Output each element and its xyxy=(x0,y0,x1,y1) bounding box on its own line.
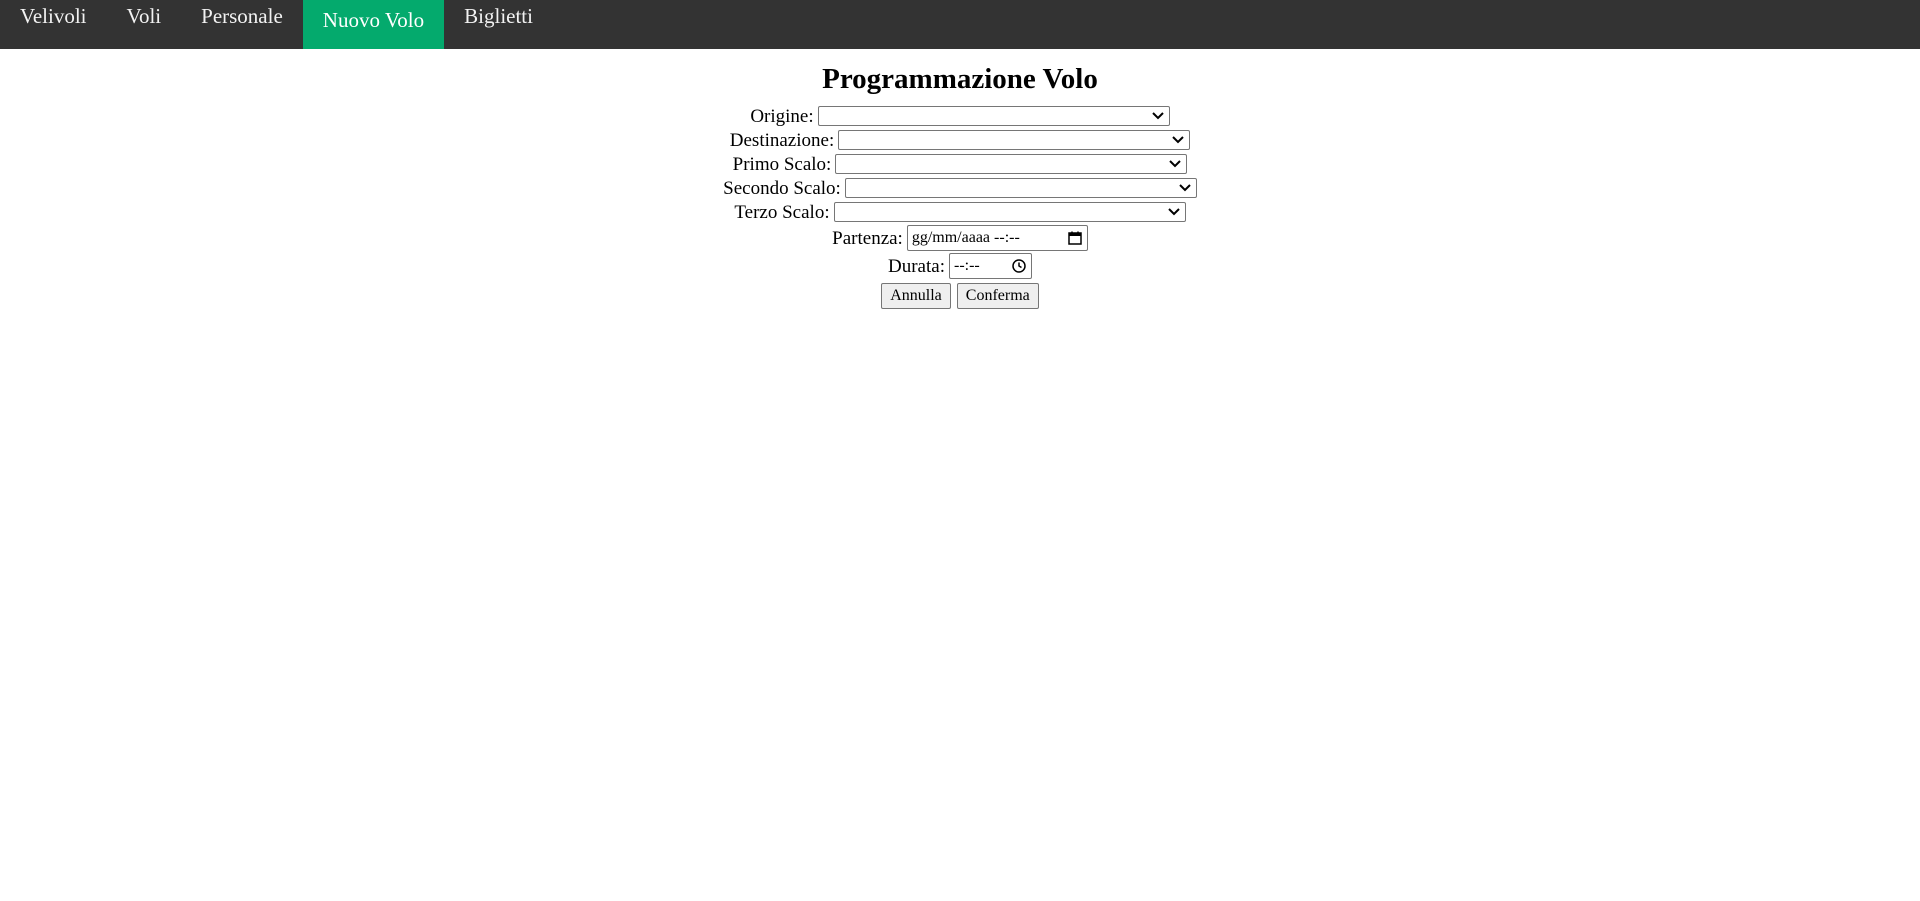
destinazione-select[interactable] xyxy=(838,130,1191,151)
confirm-button[interactable]: Conferma xyxy=(956,283,1039,309)
nav-item-voli[interactable]: Voli xyxy=(107,0,182,40)
clock-icon[interactable] xyxy=(1011,258,1027,274)
chevron-down-icon xyxy=(1169,160,1182,168)
field-row-terzo-scalo: Terzo Scalo: xyxy=(0,201,1920,225)
cancel-button[interactable]: Annulla xyxy=(881,283,951,309)
field-row-primo-scalo: Primo Scalo: xyxy=(0,153,1920,177)
durata-placeholder: --:-- xyxy=(953,257,980,275)
durata-time-input[interactable]: --:-- xyxy=(948,253,1032,280)
chevron-down-icon xyxy=(1172,136,1184,144)
origine-label: Origine: xyxy=(750,106,814,127)
nav-item-label: Voli xyxy=(126,3,162,28)
flight-schedule-form: Programmazione Volo Origine: Destinazion… xyxy=(0,62,1920,309)
primo-scalo-label: Primo Scalo: xyxy=(732,154,832,175)
destinazione-label: Destinazione: xyxy=(729,130,835,151)
field-row-partenza: Partenza: gg/mm/aaaa --:-- xyxy=(0,225,1920,253)
nav-item-nuovo-volo[interactable]: Nuovo Volo xyxy=(302,0,445,49)
partenza-label: Partenza: xyxy=(832,228,903,249)
terzo-scalo-label: Terzo Scalo: xyxy=(734,202,830,223)
nav-item-label: Biglietti xyxy=(464,3,533,28)
chevron-down-icon xyxy=(1151,112,1164,120)
nav-item-personale[interactable]: Personale xyxy=(181,0,303,40)
field-row-origine: Origine: xyxy=(0,105,1920,129)
nav-item-label: Velivoli xyxy=(20,3,87,28)
origine-select[interactable] xyxy=(817,106,1170,127)
calendar-icon[interactable] xyxy=(1067,230,1083,246)
nav-item-velivoli[interactable]: Velivoli xyxy=(0,0,107,40)
nav-item-label: Nuovo Volo xyxy=(322,8,425,32)
nav-item-label: Personale xyxy=(201,3,283,28)
secondo-scalo-select[interactable] xyxy=(844,178,1197,199)
top-navigation: Velivoli Voli Personale Nuovo Volo Bigli… xyxy=(0,0,1920,49)
page-title: Programmazione Volo xyxy=(822,63,1098,95)
nav-item-biglietti[interactable]: Biglietti xyxy=(444,0,553,40)
durata-label: Durata: xyxy=(888,256,945,277)
field-row-secondo-scalo: Secondo Scalo: xyxy=(0,177,1920,201)
form-actions: Annulla Conferma xyxy=(0,283,1920,309)
field-row-destinazione: Destinazione: xyxy=(0,129,1920,153)
terzo-scalo-select[interactable] xyxy=(833,202,1186,223)
primo-scalo-select[interactable] xyxy=(835,154,1188,175)
chevron-down-icon xyxy=(1167,208,1180,216)
partenza-placeholder: gg/mm/aaaa --:-- xyxy=(911,229,1020,247)
chevron-down-icon xyxy=(1179,184,1191,192)
partenza-datetime-input[interactable]: gg/mm/aaaa --:-- xyxy=(906,225,1088,252)
secondo-scalo-label: Secondo Scalo: xyxy=(723,178,841,199)
field-row-durata: Durata: --:-- xyxy=(0,253,1920,281)
